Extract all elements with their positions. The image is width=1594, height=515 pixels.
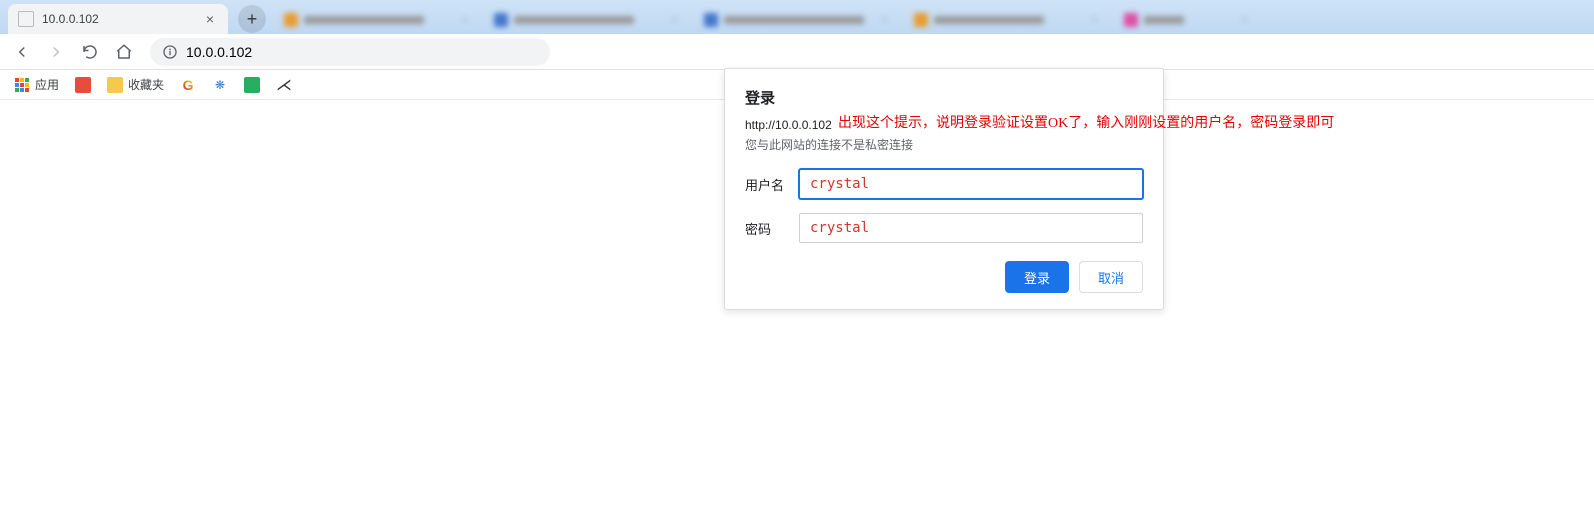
apps-label: 应用 (35, 76, 59, 93)
folder-icon (107, 77, 123, 93)
home-button[interactable] (110, 38, 138, 66)
apps-shortcut[interactable]: 应用 (14, 76, 59, 93)
background-tab[interactable]: × (1116, 6, 1256, 34)
bookmark-icon (75, 77, 91, 93)
dialog-title: 登录 (745, 87, 1143, 108)
apps-grid-icon (15, 78, 29, 92)
favorites-folder[interactable]: 收藏夹 (107, 76, 164, 93)
url-input[interactable] (186, 44, 538, 60)
bookmark-item[interactable]: ⋌ (276, 77, 292, 93)
new-tab-button[interactable]: + (238, 5, 266, 33)
username-label: 用户名 (745, 175, 799, 194)
background-tab[interactable]: × (696, 6, 896, 34)
home-icon (115, 43, 133, 61)
site-info-icon[interactable] (162, 44, 178, 60)
password-input[interactable] (799, 213, 1143, 243)
browser-tab-active[interactable]: 10.0.0.102 × (8, 4, 228, 34)
tab-close-icon[interactable]: × (202, 9, 218, 29)
username-input[interactable] (799, 169, 1143, 199)
arrow-left-icon (13, 43, 31, 61)
background-tab[interactable]: × (906, 6, 1106, 34)
bookmark-icon: ⋌ (276, 77, 292, 93)
http-auth-dialog: 登录 http://10.0.0.102 您与此网站的连接不是私密连接 用户名 … (724, 68, 1164, 310)
bookmark-item[interactable] (75, 77, 91, 93)
bookmark-item[interactable]: G (180, 77, 196, 93)
arrow-right-icon (47, 43, 65, 61)
login-button[interactable]: 登录 (1005, 261, 1069, 293)
annotation-text: 出现这个提示，说明登录验证设置OK了，输入刚刚设置的用户名，密码登录即可 (838, 112, 1334, 132)
background-tab[interactable]: × (486, 6, 686, 34)
back-button[interactable] (8, 38, 36, 66)
password-label: 密码 (745, 219, 799, 238)
bookmark-icon (244, 77, 260, 93)
background-tab[interactable]: × (276, 6, 476, 34)
reload-icon (81, 43, 99, 61)
cancel-button[interactable]: 取消 (1079, 261, 1143, 293)
tab-favicon (18, 11, 34, 27)
reload-button[interactable] (76, 38, 104, 66)
tab-strip: 10.0.0.102 × + × × × × × (0, 0, 1594, 34)
browser-toolbar (0, 34, 1594, 70)
bookmark-item[interactable] (244, 77, 260, 93)
address-bar[interactable] (150, 38, 550, 66)
gear-icon: ❋ (212, 77, 228, 93)
forward-button[interactable] (42, 38, 70, 66)
bookmark-item[interactable]: ❋ (212, 77, 228, 93)
dialog-insecure-note: 您与此网站的连接不是私密连接 (745, 136, 1143, 153)
favorites-label: 收藏夹 (128, 76, 164, 93)
tab-title: 10.0.0.102 (42, 12, 202, 26)
google-icon: G (180, 77, 196, 93)
